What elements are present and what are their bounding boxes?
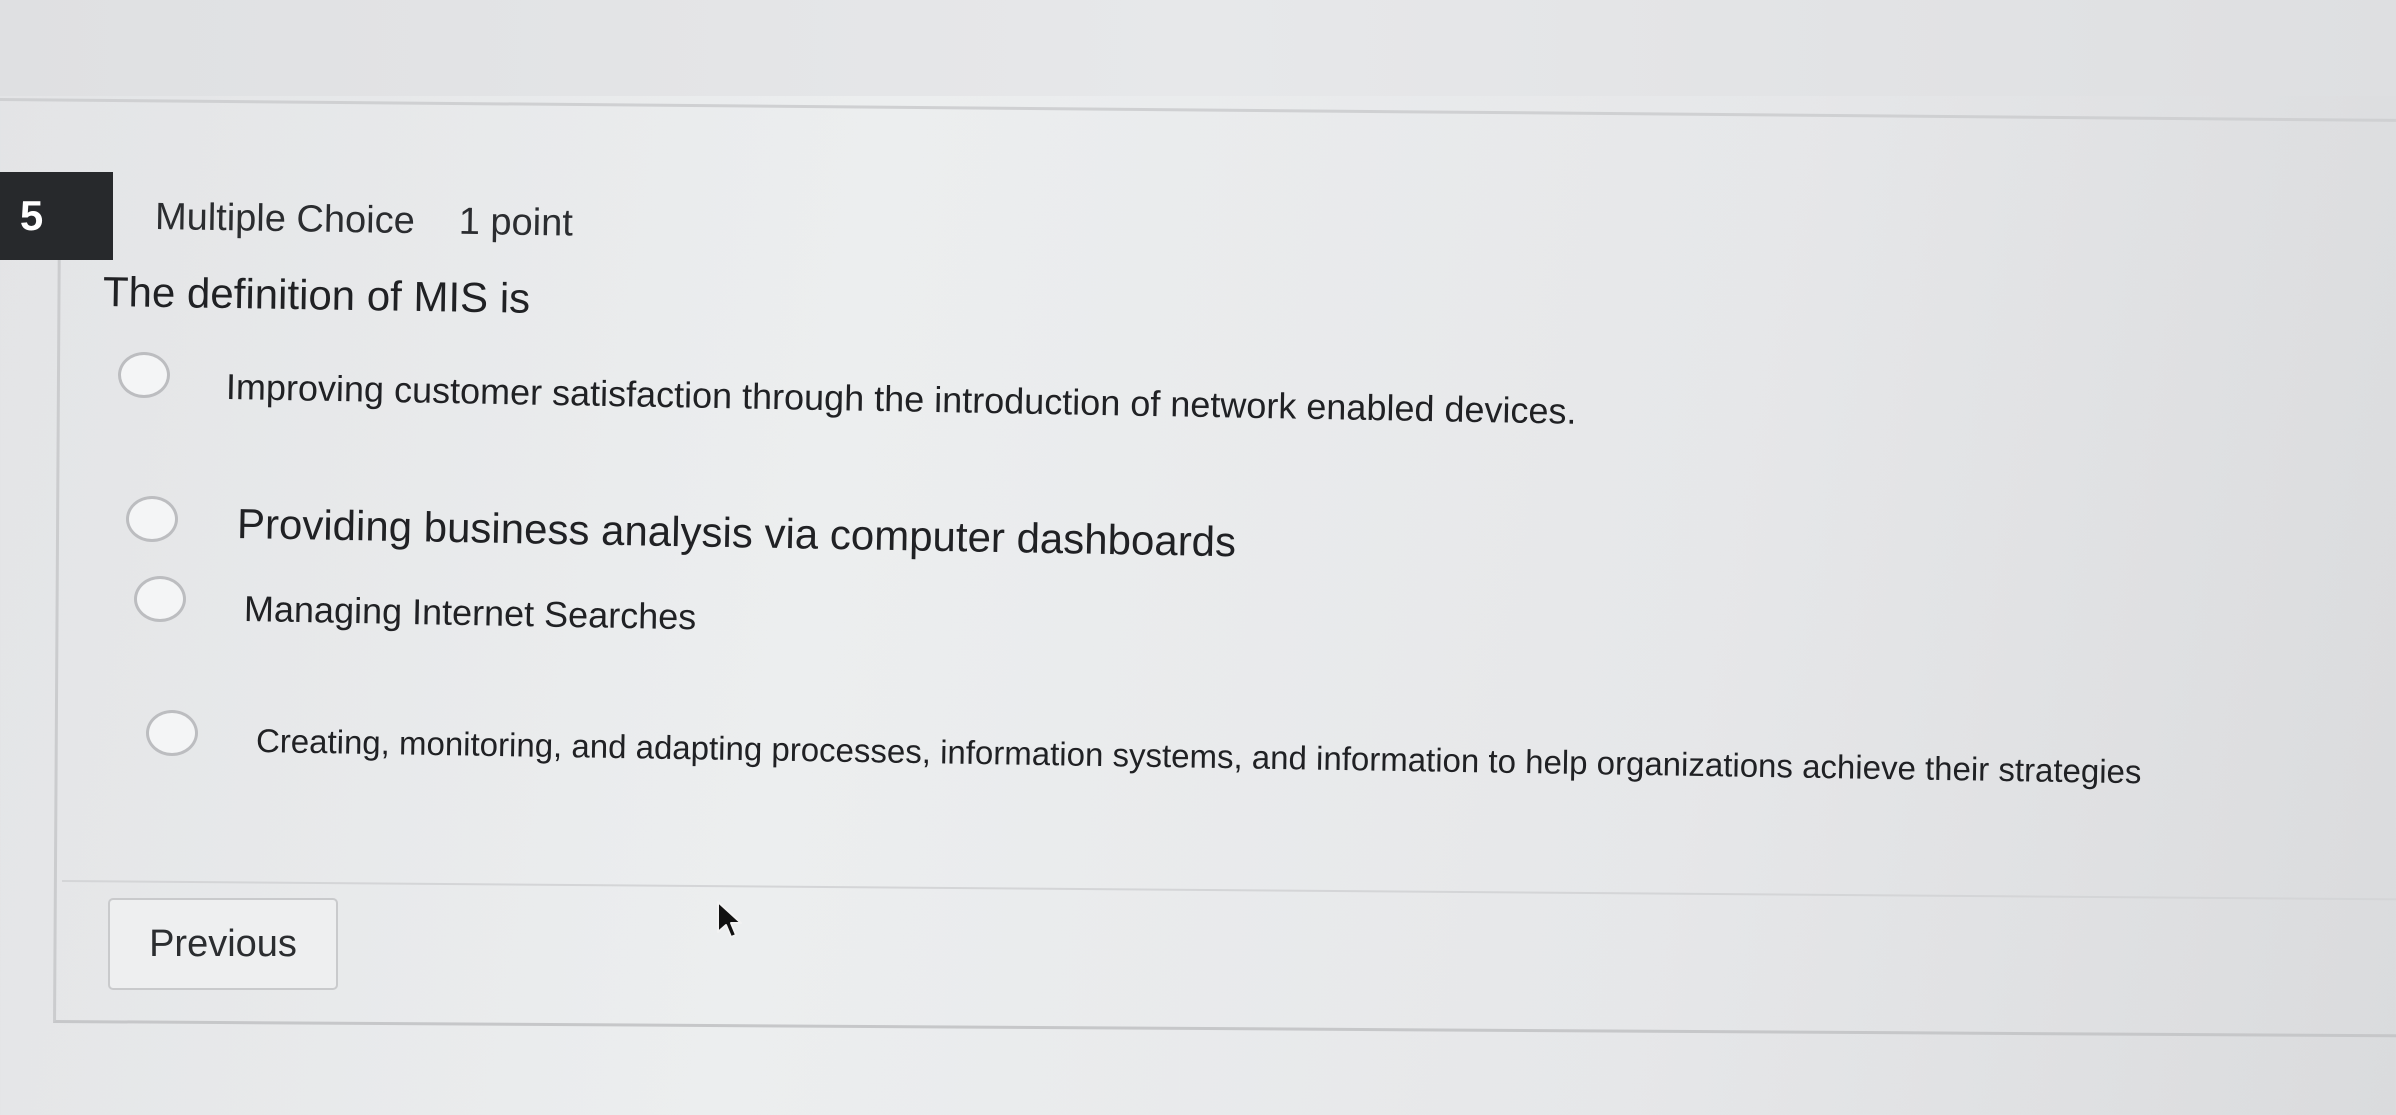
header-strip (0, 0, 2396, 96)
answer-option-label[interactable]: Managing Internet Searches (244, 588, 697, 638)
question-prompt: The definition of MIS is (102, 268, 531, 322)
question-type: Multiple Choice (154, 196, 416, 243)
header-divider (0, 98, 2396, 122)
radio-button[interactable] (134, 576, 186, 622)
question-number-badge: 5 (0, 172, 113, 260)
radio-button[interactable] (146, 710, 198, 756)
question-meta: Multiple Choice 1 point (154, 196, 574, 246)
mouse-pointer-icon (717, 901, 742, 938)
previous-button[interactable]: Previous (108, 898, 338, 990)
radio-button[interactable] (118, 352, 170, 398)
question-points: 1 point (458, 200, 574, 245)
radio-button[interactable] (126, 496, 178, 542)
